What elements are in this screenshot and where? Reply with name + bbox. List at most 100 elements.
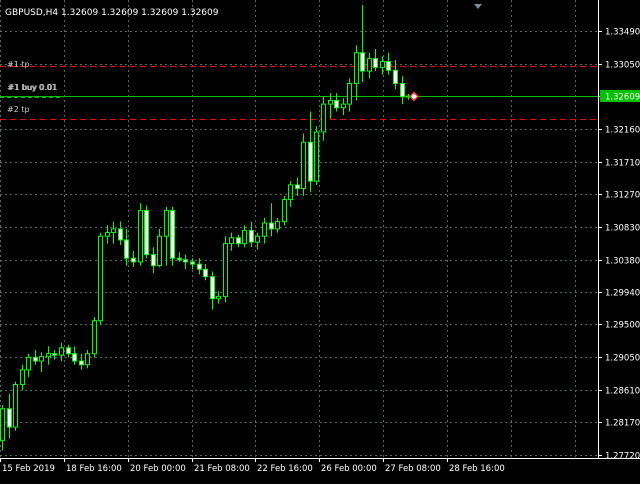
candle	[255, 232, 260, 250]
candle-body-bear	[183, 259, 188, 263]
candle-body-bull	[229, 237, 234, 245]
time-tick-label: 18 Feb 16:00	[66, 464, 122, 474]
candle	[72, 346, 77, 365]
candle-body-bull	[347, 83, 352, 105]
candle	[144, 205, 149, 259]
axes	[0, 0, 640, 459]
candle-body-bull	[13, 384, 18, 428]
candle	[262, 217, 267, 244]
candle-body-bull	[288, 184, 293, 201]
candle-body-bull	[275, 221, 280, 230]
candle-body-bear	[190, 261, 195, 265]
candle-body-bear	[393, 69, 398, 85]
price-tick-label: 1.29500	[605, 321, 640, 331]
candle-body-bear	[203, 268, 208, 278]
candle	[85, 350, 90, 369]
candle	[347, 78, 352, 112]
candle-body-bull	[85, 353, 90, 366]
price-tick-label: 1.28170	[605, 419, 640, 429]
trade-levels	[0, 66, 598, 120]
candle-body-bull	[255, 235, 260, 243]
candle-body-bear	[131, 257, 136, 263]
candle-body-bear	[295, 184, 300, 190]
candle-body-bull	[314, 131, 319, 182]
candle-body-bull	[328, 99, 333, 105]
time-tick-label: 27 Feb 08:00	[385, 464, 441, 474]
price-tick-label: 1.27720	[605, 452, 640, 462]
candle-body-bear	[52, 353, 57, 356]
symbol-header: GBPUSD,H4 1.32609 1.32609 1.32609 1.3260…	[5, 8, 219, 18]
candle	[20, 364, 25, 391]
candle-body-bear	[360, 52, 365, 72]
price-tick-label: 1.30380	[605, 257, 640, 267]
grid	[0, 0, 598, 458]
candle-body-bull	[164, 210, 169, 237]
candle-body-bear	[151, 254, 156, 267]
candle-body-bear	[400, 83, 405, 98]
candle-body-bear	[118, 228, 123, 241]
candle-body-bull	[111, 228, 116, 234]
time-tick-label: 26 Feb 00:00	[321, 464, 377, 474]
time-tick-label: 28 Feb 16:00	[449, 464, 505, 474]
candle-body-bear	[33, 356, 38, 362]
candle	[98, 232, 103, 325]
candle	[183, 254, 188, 270]
candle-body-bear	[144, 210, 149, 256]
candle-body-bull	[282, 199, 287, 223]
candle	[360, 5, 365, 83]
time-tick-label: 20 Feb 00:00	[130, 464, 186, 474]
candle	[308, 111, 313, 193]
candle-body-bull	[354, 52, 359, 85]
candle	[190, 258, 195, 270]
candle-body-bull	[216, 295, 221, 300]
candle-body-bear	[79, 360, 84, 366]
candle	[301, 133, 306, 196]
candle	[203, 264, 208, 281]
candle	[210, 271, 215, 310]
candle	[295, 177, 300, 196]
candle-body-bull	[46, 353, 51, 358]
candle-body-bear	[308, 141, 313, 182]
candle-body-bear	[124, 239, 129, 259]
candle	[131, 250, 136, 268]
candle	[242, 225, 247, 248]
candle-body-bull	[105, 232, 110, 237]
price-tick-label: 1.31270	[605, 191, 640, 201]
candle	[229, 232, 234, 251]
chart-shift-marker-icon[interactable]	[474, 4, 482, 9]
time-scale[interactable]: 15 Feb 2019 18 Feb 16:00 20 Feb 00:00 21 Fe…	[0, 458, 505, 474]
tp1-label: #1 tp	[7, 60, 30, 69]
time-tick-label: 15 Feb 2019	[2, 464, 55, 474]
candle-body-bear	[210, 276, 215, 300]
candle	[7, 394, 12, 439]
candle	[151, 247, 156, 273]
candle-body-bull	[138, 210, 143, 263]
candle	[26, 353, 31, 378]
candle-body-bull	[242, 229, 247, 245]
candle	[400, 76, 405, 105]
candle-body-bear	[334, 99, 339, 109]
candle	[52, 350, 57, 360]
candle-body-bull	[341, 103, 346, 109]
candle	[59, 342, 64, 362]
candle	[334, 93, 339, 112]
chart-canvas[interactable]: 1.33490 1.33050 1.32609 1.32160 1.31710 1.312…	[0, 0, 640, 480]
candle	[249, 221, 254, 248]
candle-body-bull	[26, 356, 31, 371]
candle	[354, 45, 359, 101]
candle	[79, 353, 84, 370]
candle-body-bull	[0, 408, 5, 441]
buy-order-label-overlap: #1 buy 0.01	[8, 83, 58, 92]
candle-body-bear	[7, 408, 12, 428]
price-tick-label: 1.33050	[605, 61, 640, 71]
candle	[269, 203, 274, 237]
price-tick-label: 1.30830	[605, 224, 640, 234]
candle-body-bear	[66, 347, 71, 355]
candle	[46, 346, 51, 365]
candle	[216, 291, 221, 304]
candle	[170, 206, 175, 266]
candle	[39, 352, 44, 373]
chart-window[interactable]: 1.33490 1.33050 1.32609 1.32160 1.31710 1.312…	[0, 0, 640, 480]
candle-body-bull	[157, 235, 162, 267]
price-tick-label: 1.31710	[605, 159, 640, 169]
